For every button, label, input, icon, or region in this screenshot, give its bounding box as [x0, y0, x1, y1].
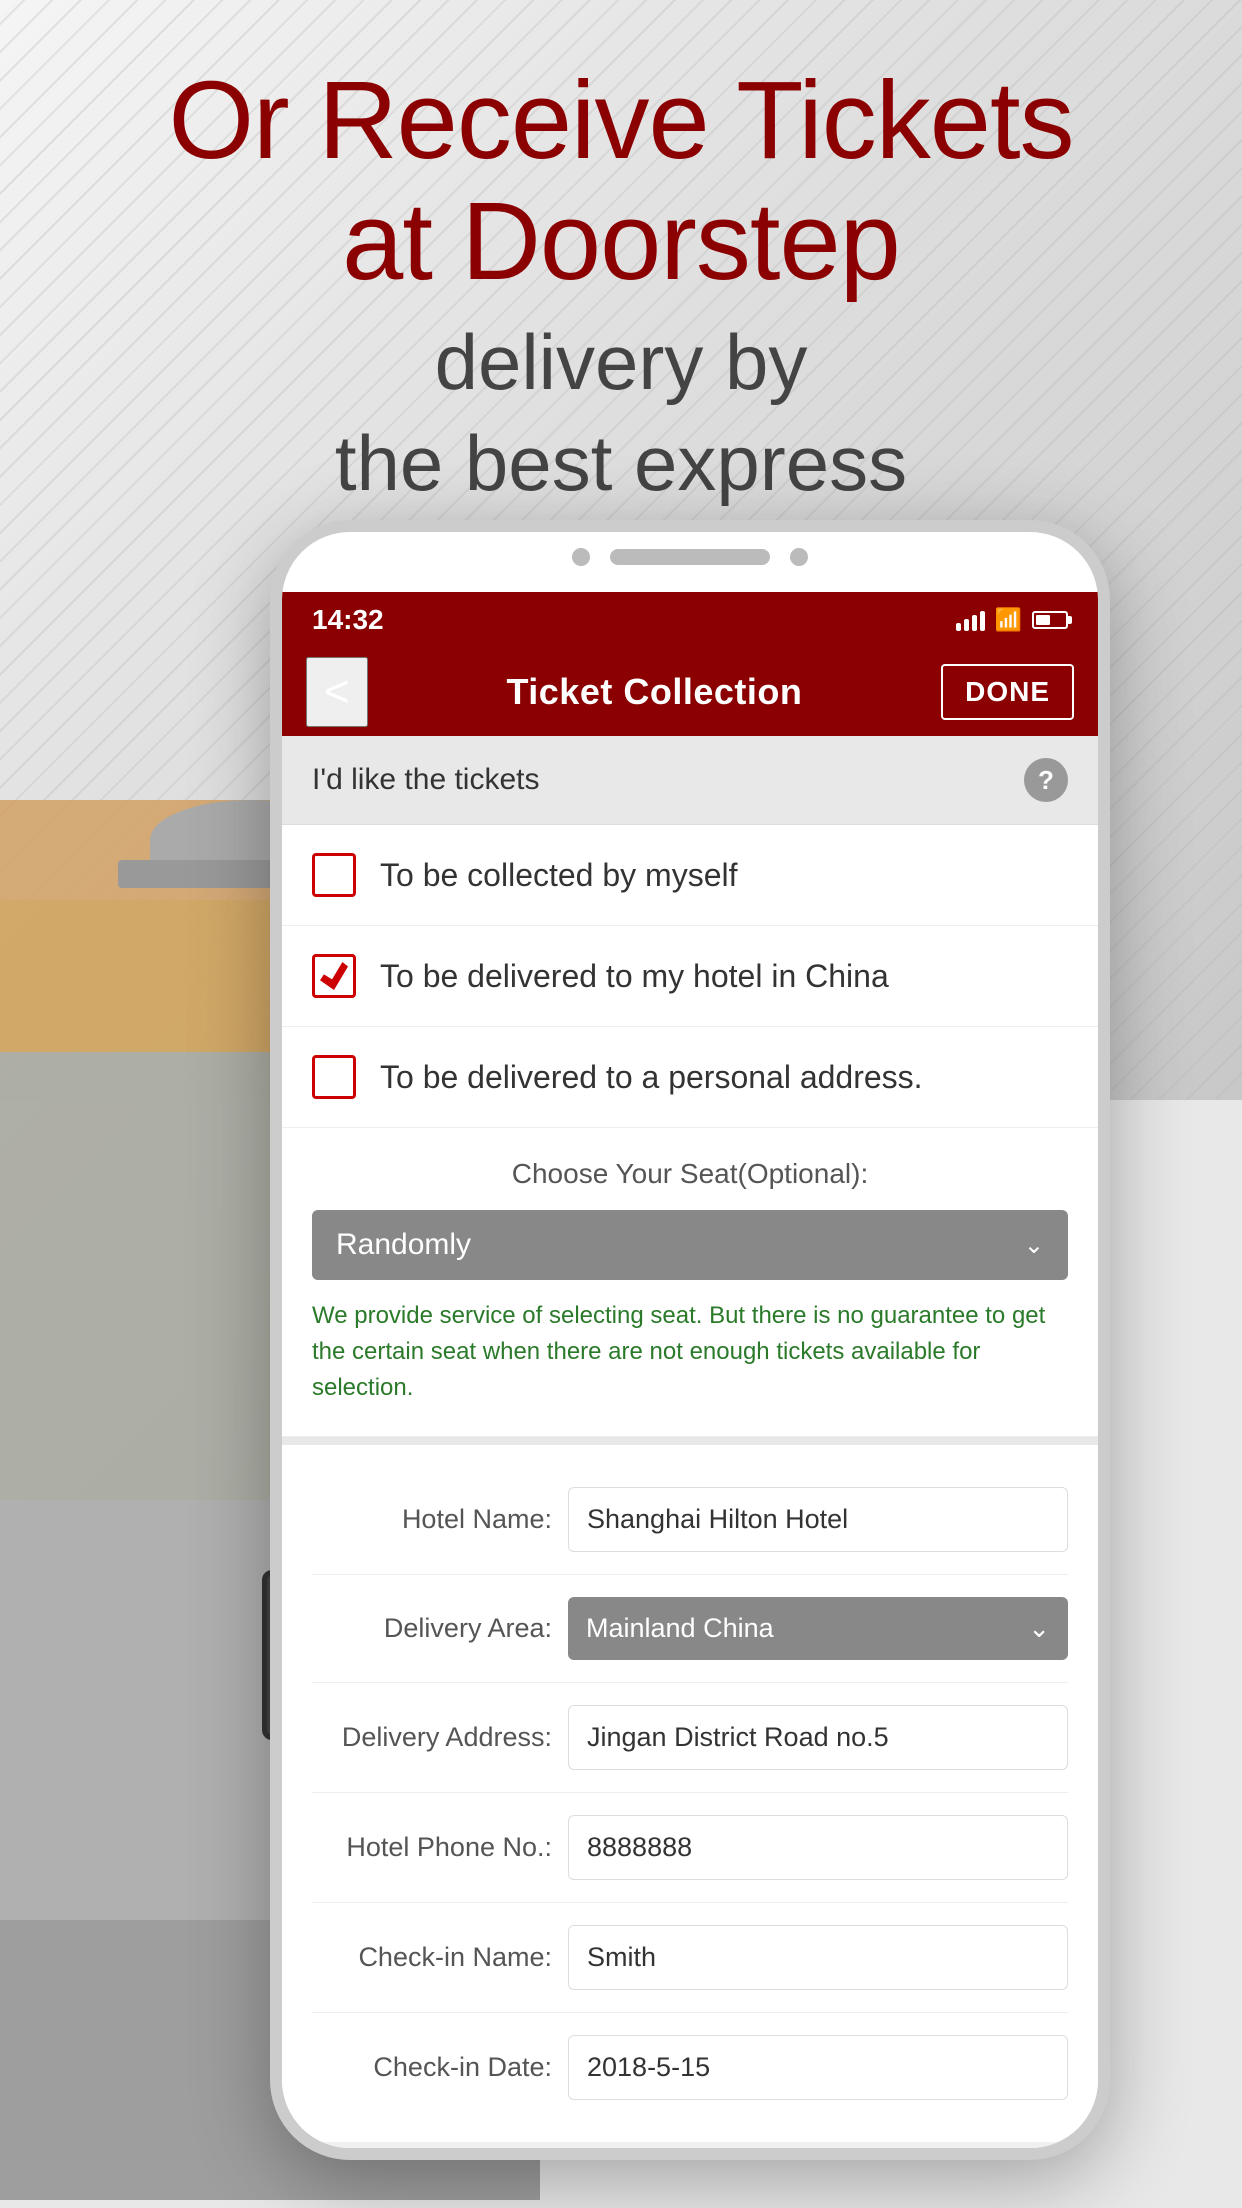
form-row-delivery-area: Delivery Area: Mainland China ⌄	[312, 1575, 1068, 1683]
headline-section: Or Receive Tickets at Doorstep delivery …	[0, 60, 1242, 515]
status-time: 14:32	[312, 604, 384, 636]
form-section: Hotel Name: Delivery Area: Mainland Chin…	[282, 1437, 1098, 2142]
option-address-label: To be delivered to a personal address.	[380, 1059, 923, 1096]
option-myself[interactable]: To be collected by myself	[282, 825, 1098, 926]
phone-dot-left	[572, 548, 590, 566]
option-myself-label: To be collected by myself	[380, 857, 738, 894]
done-button[interactable]: DONE	[941, 664, 1074, 720]
checkin-date-input[interactable]	[568, 2035, 1068, 2100]
seat-dropdown-value: Randomly	[336, 1228, 471, 1262]
seat-label: Choose Your Seat(Optional):	[312, 1158, 1068, 1190]
form-row-hotel-phone: Hotel Phone No.:	[312, 1793, 1068, 1903]
delivery-area-chevron-icon: ⌄	[1028, 1613, 1050, 1644]
headline-main: Or Receive Tickets at Doorstep	[40, 60, 1202, 302]
delivery-area-dropdown[interactable]: Mainland China ⌄	[568, 1597, 1068, 1660]
phone-mockup: 14:32 📶 < Ticket Collection DONE	[270, 520, 1110, 2160]
nav-title: Ticket Collection	[388, 671, 921, 713]
option-address[interactable]: To be delivered to a personal address.	[282, 1027, 1098, 1128]
battery-icon	[1032, 611, 1068, 629]
seat-section: Choose Your Seat(Optional): Randomly ⌄ W…	[282, 1128, 1098, 1437]
phone-camera	[790, 548, 808, 566]
wifi-icon: 📶	[995, 607, 1022, 633]
section-title: I'd like the tickets	[312, 763, 540, 797]
hotel-name-input[interactable]	[568, 1487, 1068, 1552]
hotel-phone-input[interactable]	[568, 1815, 1068, 1880]
option-hotel[interactable]: To be delivered to my hotel in China	[282, 926, 1098, 1027]
back-button[interactable]: <	[306, 657, 368, 727]
option-hotel-label: To be delivered to my hotel in China	[380, 958, 889, 995]
checkin-name-label: Check-in Name:	[312, 1942, 552, 1973]
delivery-area-value: Mainland China	[586, 1613, 774, 1644]
hotel-phone-label: Hotel Phone No.:	[312, 1832, 552, 1863]
status-bar: 14:32 📶	[282, 592, 1098, 648]
help-button[interactable]: ?	[1024, 758, 1068, 802]
delivery-address-label: Delivery Address:	[312, 1722, 552, 1753]
checkin-date-label: Check-in Date:	[312, 2052, 552, 2083]
delivery-area-label: Delivery Area:	[312, 1613, 552, 1644]
status-icons: 📶	[956, 607, 1068, 633]
checkbox-hotel[interactable]	[312, 954, 356, 998]
chevron-down-icon: ⌄	[1024, 1231, 1044, 1260]
phone-speaker	[610, 549, 770, 565]
seat-note: We provide service of selecting seat. Bu…	[312, 1298, 1068, 1406]
delivery-address-input[interactable]	[568, 1705, 1068, 1770]
form-row-delivery-address: Delivery Address:	[312, 1683, 1068, 1793]
seat-dropdown[interactable]: Randomly ⌄	[312, 1210, 1068, 1280]
hotel-name-label: Hotel Name:	[312, 1504, 552, 1535]
form-row-checkin-date: Check-in Date:	[312, 2013, 1068, 2122]
form-row-hotel-name: Hotel Name:	[312, 1465, 1068, 1575]
form-row-checkin-name: Check-in Name:	[312, 1903, 1068, 2013]
signal-icon	[956, 609, 985, 631]
nav-bar: < Ticket Collection DONE	[282, 648, 1098, 736]
checkbox-myself[interactable]	[312, 853, 356, 897]
phone-screen: 14:32 📶 < Ticket Collection DONE	[282, 592, 1098, 2148]
content-area: I'd like the tickets ? To be collected b…	[282, 736, 1098, 2148]
phone-top-elements	[572, 548, 808, 566]
headline-sub: delivery by the best express	[40, 312, 1202, 515]
checkbox-address[interactable]	[312, 1055, 356, 1099]
checkin-name-input[interactable]	[568, 1925, 1068, 1990]
section-header: I'd like the tickets ?	[282, 736, 1098, 825]
